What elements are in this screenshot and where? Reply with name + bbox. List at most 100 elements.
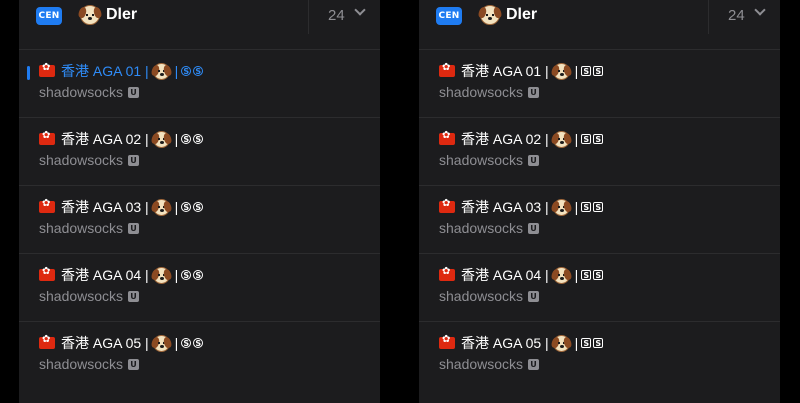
group-header[interactable]: CEN Dler 24 <box>19 0 380 50</box>
node-tag: S <box>181 202 192 212</box>
chevron-down-icon[interactable] <box>354 4 366 16</box>
hong-kong-flag-icon <box>439 130 455 145</box>
separator: | <box>174 267 179 283</box>
group-type-badge: CEN <box>36 7 62 25</box>
node-row[interactable]: 香港 AGA 04 | | S S shadowsocks U <box>419 254 780 322</box>
chevron-down-icon[interactable] <box>754 4 766 16</box>
hong-kong-flag-icon <box>439 198 455 213</box>
node-tag: S <box>581 270 592 280</box>
node-row[interactable]: 香港 AGA 05 | | S S shadowsocks U <box>419 322 780 390</box>
node-name-line: 香港 AGA 02 | | S S <box>61 130 204 148</box>
udp-badge: U <box>528 154 540 166</box>
hong-kong-flag-icon <box>39 198 55 213</box>
node-row[interactable]: 香港 AGA 02 | | S S shadowsocks U <box>419 118 780 186</box>
separator: | <box>574 63 579 79</box>
header-divider <box>708 0 709 34</box>
node-tag: S <box>593 202 604 212</box>
dog-face-icon <box>152 266 170 284</box>
node-name-line: 香港 AGA 04 | | S S <box>461 266 604 284</box>
protocol-label: shadowsocks <box>439 356 524 372</box>
separator: | <box>574 131 579 147</box>
dog-face-icon <box>552 62 570 80</box>
node-tag: S <box>593 134 604 144</box>
node-tag: S <box>581 134 592 144</box>
node-tag: S <box>181 270 192 280</box>
node-row[interactable]: 香港 AGA 04 | | S S shadowsocks U <box>19 254 380 322</box>
dog-face-icon <box>152 198 170 216</box>
dog-face-icon <box>152 62 170 80</box>
node-protocol: shadowsocks U <box>39 288 140 304</box>
proxy-group-stage: CEN Dler 24 香港 AGA 01 | | S S shadowsock… <box>0 0 800 403</box>
hong-kong-flag-icon <box>39 62 55 77</box>
hong-kong-flag-icon <box>439 266 455 281</box>
group-title: Dler <box>106 6 138 23</box>
protocol-label: shadowsocks <box>39 220 124 236</box>
node-protocol: shadowsocks U <box>439 84 540 100</box>
node-protocol: shadowsocks U <box>439 220 540 236</box>
udp-badge: U <box>528 222 540 234</box>
node-name-line: 香港 AGA 04 | | S S <box>61 266 204 284</box>
dog-face-icon <box>152 130 170 148</box>
node-tag: S <box>193 270 204 280</box>
protocol-label: shadowsocks <box>439 288 524 304</box>
hong-kong-flag-icon <box>39 266 55 281</box>
separator: | <box>574 199 579 215</box>
node-name-line: 香港 AGA 02 | | S S <box>461 130 604 148</box>
separator: | <box>174 63 179 79</box>
node-tag: S <box>581 202 592 212</box>
node-protocol: shadowsocks U <box>39 84 140 100</box>
node-row[interactable]: 香港 AGA 01 | | S S shadowsocks U <box>19 50 380 118</box>
node-name-line: 香港 AGA 03 | | S S <box>61 198 204 216</box>
node-name: 香港 AGA 01 | <box>61 63 149 79</box>
node-protocol: shadowsocks U <box>39 152 140 168</box>
node-tag: S <box>193 338 204 348</box>
node-row[interactable]: 香港 AGA 02 | | S S shadowsocks U <box>19 118 380 186</box>
node-name: 香港 AGA 02 | <box>461 131 549 147</box>
protocol-label: shadowsocks <box>439 84 524 100</box>
separator: | <box>574 267 579 283</box>
node-protocol: shadowsocks U <box>439 288 540 304</box>
group-type-badge: CEN <box>436 7 462 25</box>
node-row[interactable]: 香港 AGA 03 | | S S shadowsocks U <box>419 186 780 254</box>
node-name-line: 香港 AGA 01 | | S S <box>461 62 604 80</box>
node-tag: S <box>581 338 592 348</box>
node-name: 香港 AGA 02 | <box>61 131 149 147</box>
udp-badge: U <box>128 86 140 98</box>
separator: | <box>174 131 179 147</box>
node-name: 香港 AGA 03 | <box>461 199 549 215</box>
node-name: 香港 AGA 05 | <box>61 335 149 351</box>
hong-kong-flag-icon <box>39 334 55 349</box>
udp-badge: U <box>128 358 140 370</box>
protocol-label: shadowsocks <box>439 220 524 236</box>
node-tag: S <box>181 338 192 348</box>
node-protocol: shadowsocks U <box>439 152 540 168</box>
udp-badge: U <box>528 86 540 98</box>
node-tag: S <box>193 134 204 144</box>
dog-face-icon <box>552 130 570 148</box>
group-title: Dler <box>506 6 538 23</box>
node-tag: S <box>181 134 192 144</box>
dog-face-icon <box>552 334 570 352</box>
udp-badge: U <box>528 358 540 370</box>
node-name: 香港 AGA 01 | <box>461 63 549 79</box>
node-name-line: 香港 AGA 03 | | S S <box>461 198 604 216</box>
node-tag: S <box>593 66 604 76</box>
protocol-label: shadowsocks <box>439 152 524 168</box>
hong-kong-flag-icon <box>439 62 455 77</box>
udp-badge: U <box>528 290 540 302</box>
node-name: 香港 AGA 03 | <box>61 199 149 215</box>
hong-kong-flag-icon <box>39 130 55 145</box>
node-protocol: shadowsocks U <box>39 220 140 236</box>
node-row[interactable]: 香港 AGA 05 | | S S shadowsocks U <box>19 322 380 390</box>
group-header[interactable]: CEN Dler 24 <box>419 0 780 50</box>
separator: | <box>174 335 179 351</box>
node-name-line: 香港 AGA 01 | | S S <box>61 62 204 80</box>
node-row[interactable]: 香港 AGA 01 | | S S shadowsocks U <box>419 50 780 118</box>
node-row[interactable]: 香港 AGA 03 | | S S shadowsocks U <box>19 186 380 254</box>
node-tag: S <box>193 66 204 76</box>
node-tag: S <box>581 66 592 76</box>
node-tag: S <box>181 66 192 76</box>
node-count: 24 <box>328 7 345 24</box>
udp-badge: U <box>128 222 140 234</box>
hong-kong-flag-icon <box>439 334 455 349</box>
